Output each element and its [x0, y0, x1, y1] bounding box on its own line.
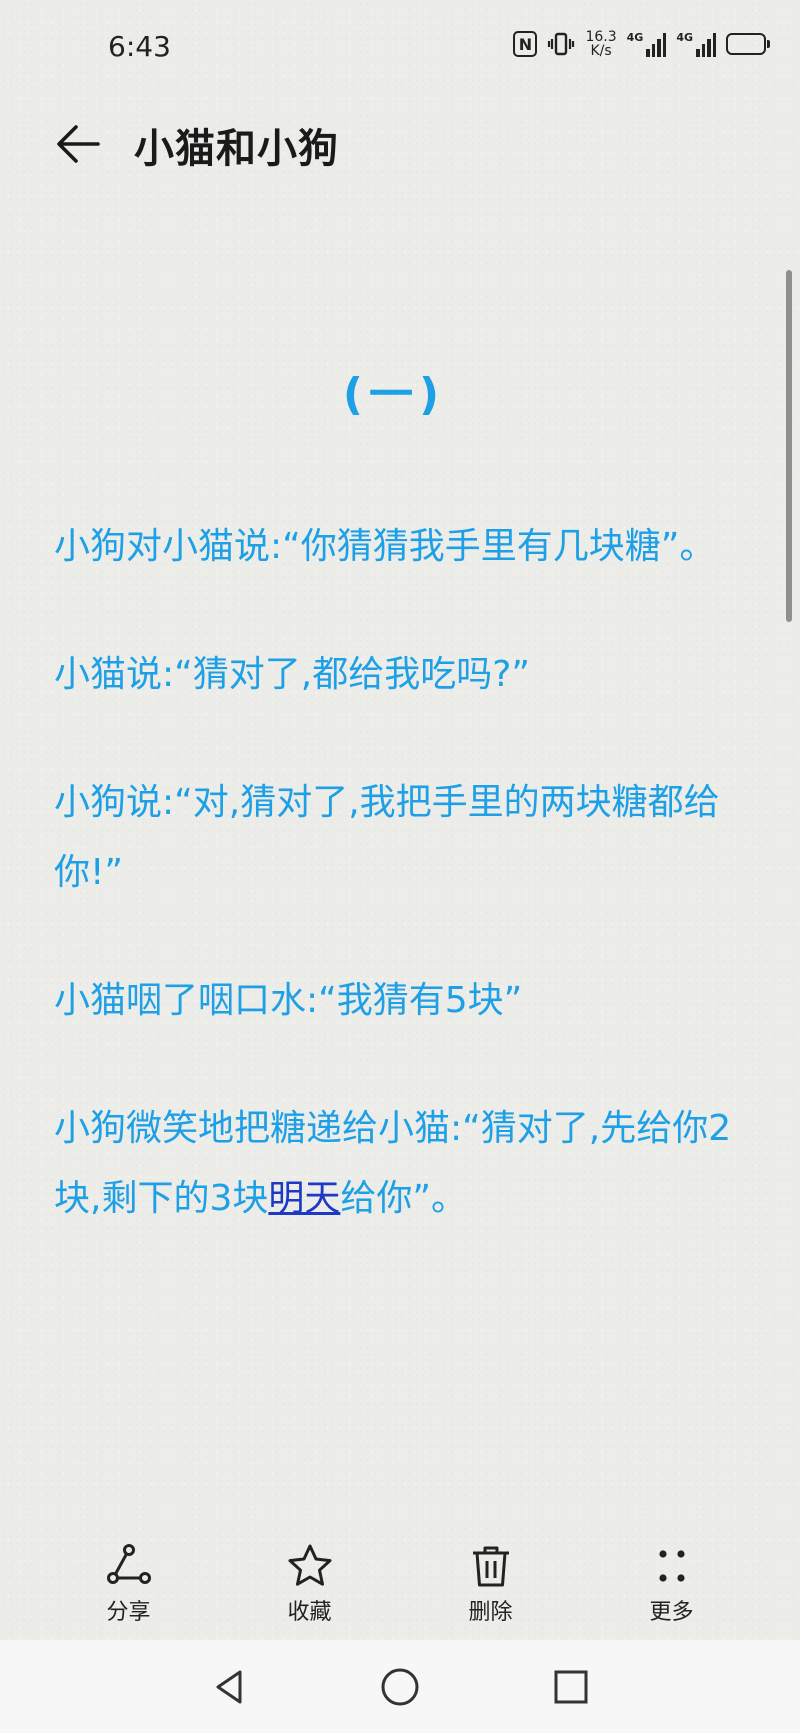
more-button[interactable]: 更多	[617, 1542, 727, 1632]
vibrate-icon	[547, 30, 575, 58]
share-label: 分享	[106, 1600, 151, 1625]
delete-button[interactable]: 删除	[436, 1542, 546, 1632]
network-speed-value: 16.3	[585, 29, 617, 45]
signal-type-label: 4G	[676, 31, 693, 44]
paragraph-text: 给你”。	[340, 1178, 468, 1219]
share-button[interactable]: 分享	[74, 1542, 184, 1632]
more-icon	[648, 1542, 696, 1590]
status-time: 6:43	[108, 30, 171, 63]
note-paragraph: 小猫说:“猜对了,都给我吃吗?”	[54, 654, 530, 695]
signal-icon: 4G	[627, 31, 667, 57]
triangle-back-icon	[216, 1670, 242, 1704]
page-title: 小猫和小狗	[134, 126, 339, 172]
scrollbar[interactable]	[786, 270, 792, 622]
network-speed-unit: K/s	[590, 43, 612, 59]
square-recents-icon	[554, 1670, 588, 1704]
note-paragraph: 小狗对小猫说:“你猜猜我手里有几块糖”。	[54, 526, 716, 567]
note-paragraph: 小狗说:“对,猜对了,我把手里的两块糖都给你!”	[54, 782, 720, 893]
back-button[interactable]	[52, 118, 104, 170]
nav-recents-button[interactable]	[548, 1664, 594, 1710]
date-link[interactable]: 明天	[268, 1178, 340, 1219]
star-icon	[286, 1542, 334, 1590]
note-content[interactable]: (一) 小狗对小猫说:“你猜猜我手里有几块糖”。 小猫说:“猜对了,都给我吃吗?…	[54, 360, 734, 1292]
system-navigation-bar	[0, 1640, 800, 1733]
circle-home-icon	[381, 1668, 419, 1706]
signal-type-label: 4G	[626, 31, 644, 44]
status-icons: N 16.3 K/s 4G 4G	[513, 30, 770, 58]
bottom-toolbar: 分享 收藏 删除 更多	[0, 1542, 800, 1632]
battery-icon	[726, 33, 770, 55]
back-arrow-icon	[57, 125, 100, 163]
nav-home-button[interactable]	[377, 1664, 423, 1710]
trash-icon	[467, 1542, 515, 1590]
network-speed: 16.3 K/s	[585, 30, 616, 58]
favorite-button[interactable]: 收藏	[255, 1542, 365, 1632]
nfc-icon: N	[513, 31, 538, 57]
note-paragraph: 小狗微笑地把糖递给小猫:“猜对了,先给你2块,剩下的3块明天给你”。	[54, 1094, 734, 1234]
share-icon	[105, 1542, 153, 1590]
favorite-label: 收藏	[287, 1600, 332, 1625]
delete-label: 删除	[468, 1600, 513, 1625]
signal-icon: 4G	[676, 31, 716, 57]
note-heading: (一)	[342, 369, 446, 420]
nav-back-button[interactable]	[206, 1664, 252, 1710]
note-paragraph: 小猫咽了咽口水:“我猜有5块”	[54, 980, 523, 1021]
more-label: 更多	[649, 1600, 694, 1625]
